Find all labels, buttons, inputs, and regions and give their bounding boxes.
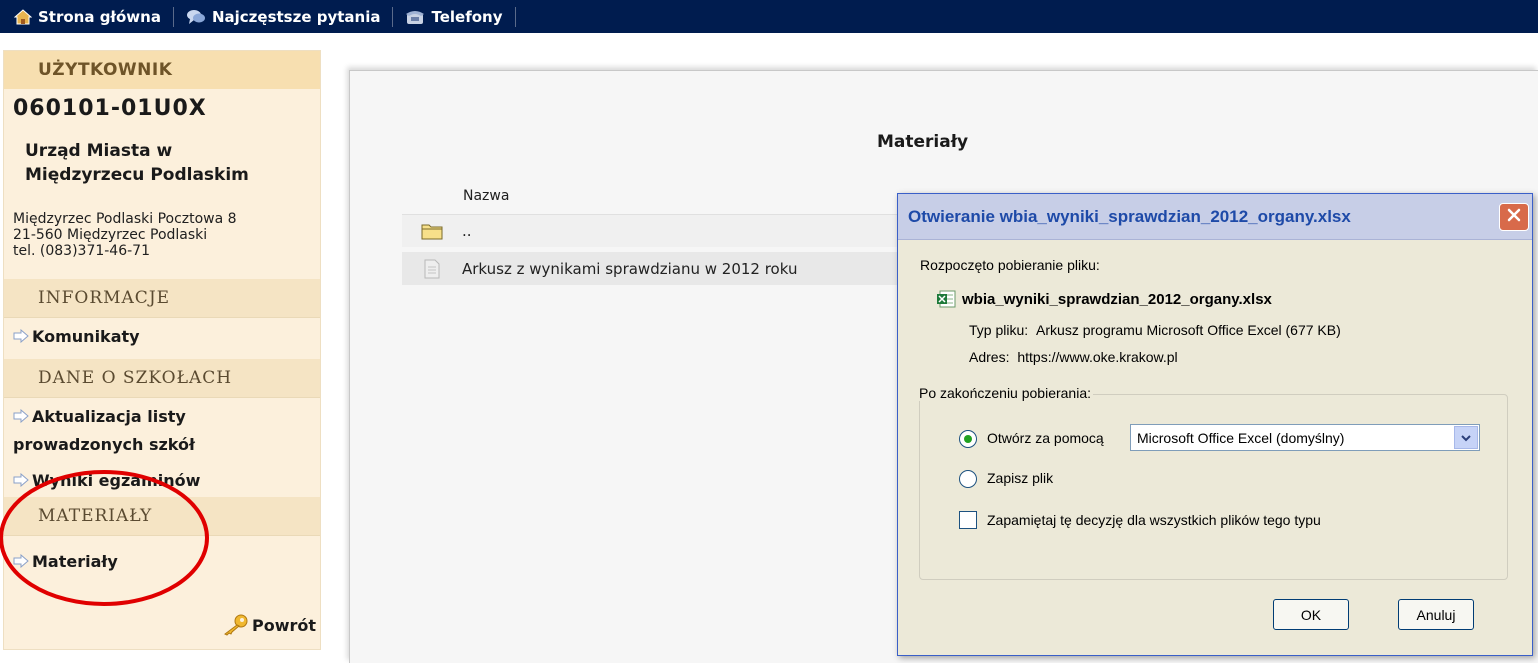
address-line-3: tel. (083)371-46-71 [13, 243, 150, 259]
close-icon [1506, 207, 1522, 228]
ok-button[interactable]: OK [1273, 599, 1349, 630]
cancel-button[interactable]: Anuluj [1398, 599, 1474, 630]
divider [4, 317, 320, 318]
phone-icon [405, 9, 425, 25]
remember-checkbox[interactable] [959, 511, 977, 529]
file-type-label: Typ pliku: [969, 322, 1029, 338]
sidebar-link-aktualizacja[interactable]: Aktualizacja listy prowadzonych szkół [13, 403, 313, 458]
nav-home-label: Strona główna [38, 7, 161, 26]
file-type-value: Arkusz programu Microsoft Office Excel (… [1036, 322, 1341, 338]
speech-bubble-icon [186, 9, 206, 25]
save-file-label: Zapisz plik [987, 470, 1054, 486]
download-started-text: Rozpoczęto pobieranie pliku: [920, 257, 1100, 273]
dialog-title-bar[interactable]: Otwieranie wbia_wyniki_sprawdzian_2012_o… [898, 194, 1532, 240]
section-header-informacje: INFORMACJE [4, 279, 320, 317]
file-address-row: Adres: https://www.oke.krakow.pl [969, 349, 1178, 365]
list-item-parent-folder[interactable]: .. [402, 214, 922, 247]
organization-name: Urząd Miasta w Międzyrzecu Podlaskim [25, 139, 315, 187]
key-icon [222, 614, 248, 636]
sidebar-link-label: Komunikaty [32, 327, 140, 346]
org-line-1: Urząd Miasta w [25, 141, 173, 161]
excel-file-icon [936, 290, 956, 308]
nav-home[interactable]: Strona główna [14, 7, 173, 27]
back-link-label: Powrót [251, 615, 316, 635]
file-name-row: wbia_wyniki_sprawdzian_2012_organy.xlsx [936, 290, 1272, 308]
list-item-label: .. [462, 222, 472, 240]
page-title: Materiały [877, 132, 969, 152]
download-dialog: Otwieranie wbia_wyniki_sprawdzian_2012_o… [897, 193, 1533, 656]
open-with-selected-value: Microsoft Office Excel (domyślny) [1137, 429, 1345, 446]
nav-separator [514, 6, 516, 27]
sidebar-link-label: Aktualizacja listy prowadzonych szkół [13, 407, 195, 454]
nav-phones-label: Telefony [431, 7, 503, 26]
arrow-right-icon [13, 404, 29, 431]
file-address-label: Adres: [969, 349, 1010, 365]
after-download-group [919, 394, 1508, 580]
open-with-radio[interactable] [959, 430, 977, 448]
after-download-label: Po zakończeniu pobierania: [917, 385, 1094, 401]
chevron-down-icon [1454, 426, 1478, 449]
home-icon [14, 8, 32, 25]
file-address-value: https://www.oke.krakow.pl [1017, 349, 1178, 365]
save-file-radio[interactable] [959, 470, 977, 488]
dialog-title: Otwieranie wbia_wyniki_sprawdzian_2012_o… [908, 206, 1351, 226]
sidebar-link-komunikaty[interactable]: Komunikaty [13, 323, 313, 351]
open-with-label: Otwórz za pomocą [987, 430, 1104, 446]
nav-faq[interactable]: Najczęstsze pytania [186, 7, 393, 27]
nav-faq-label: Najczęstsze pytania [211, 7, 381, 26]
nav-separator [392, 6, 394, 27]
arrow-right-icon [13, 324, 29, 351]
nav-phones[interactable]: Telefony [405, 7, 514, 27]
org-line-2: Międzyrzecu Podlaskim [25, 165, 249, 185]
open-with-select[interactable]: Microsoft Office Excel (domyślny) [1130, 424, 1480, 451]
folder-icon [402, 222, 462, 240]
nav-separator [172, 6, 174, 27]
user-code: 060101-01U0X [13, 96, 207, 121]
divider [4, 397, 320, 398]
remember-label: Zapamiętaj tę decyzję dla wszystkich pli… [987, 512, 1321, 528]
close-button[interactable] [1499, 203, 1529, 231]
address-line-1: Międzyrzec Podlaski Pocztowa 8 [13, 211, 237, 227]
file-name: wbia_wyniki_sprawdzian_2012_organy.xlsx [962, 290, 1272, 308]
user-section-header: UŻYTKOWNIK [4, 51, 320, 89]
address-line-2: 21-560 Międzyrzec Podlaski [13, 227, 208, 243]
address-block: Międzyrzec Podlaski Pocztowa 8 21-560 Mi… [13, 211, 323, 259]
file-type-row: Typ pliku: Arkusz programu Microsoft Off… [969, 322, 1341, 338]
column-header-name: Nazwa [463, 188, 510, 204]
list-item-file[interactable]: Arkusz z wynikami sprawdzianu w 2012 rok… [402, 252, 922, 285]
section-header-dane-o-szkolach: DANE O SZKOŁACH [4, 359, 320, 397]
top-navigation: Strona główna Najczęstsze pytania Telefo… [0, 0, 1538, 33]
red-circle-annotation [0, 470, 209, 606]
list-item-label: Arkusz z wynikami sprawdzianu w 2012 rok… [462, 259, 798, 278]
document-icon [402, 259, 462, 279]
back-link[interactable]: Powrót [222, 614, 316, 636]
